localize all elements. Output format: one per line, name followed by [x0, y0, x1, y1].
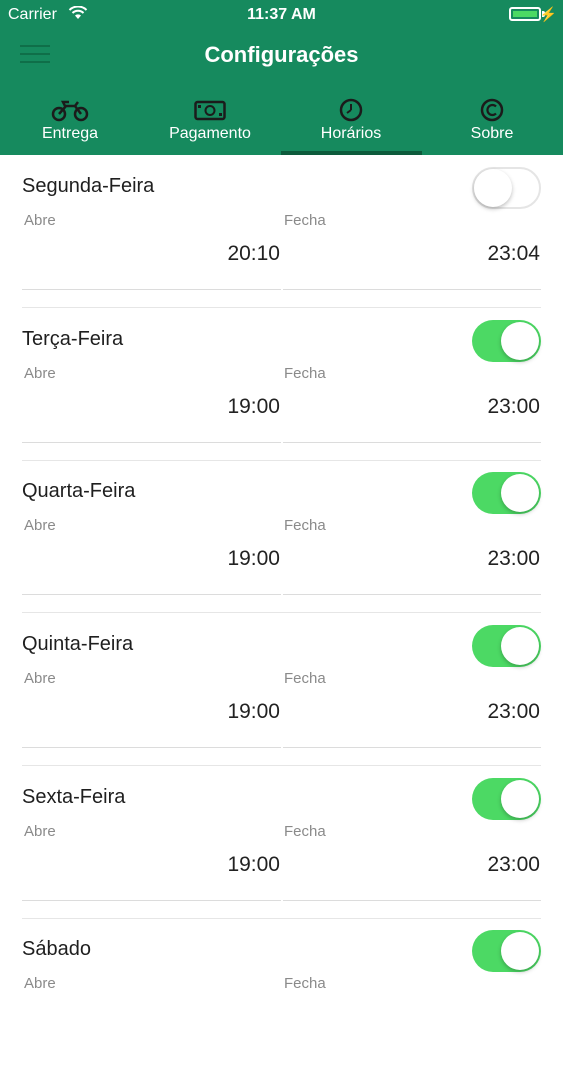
divider — [22, 747, 281, 748]
close-label: Fecha — [284, 517, 326, 534]
schedule-row-quarta: Quarta-Feira Abre Fecha 19:00 23:00 — [0, 460, 563, 613]
schedule-row-quinta: Quinta-Feira Abre Fecha 19:00 23:00 — [0, 613, 563, 766]
tab-horarios[interactable]: Horários — [281, 96, 421, 155]
schedule-row-terca: Terça-Feira Abre Fecha 19:00 23:00 — [0, 308, 563, 461]
day-enabled-toggle[interactable] — [472, 930, 541, 972]
divider — [283, 442, 541, 443]
schedule-row-sexta: Sexta-Feira Abre Fecha 19:00 23:00 — [0, 766, 563, 919]
close-label: Fecha — [284, 823, 326, 840]
charging-bolt-icon: ⚡ — [539, 6, 557, 22]
day-enabled-toggle[interactable] — [472, 320, 541, 362]
divider — [283, 594, 541, 595]
open-time-field[interactable]: 19:00 — [0, 547, 280, 571]
day-enabled-toggle[interactable] — [472, 625, 541, 667]
divider — [283, 900, 541, 901]
close-time-field[interactable]: 23:00 — [284, 547, 540, 571]
tab-label: Sobre — [470, 125, 514, 142]
day-name: Sábado — [22, 938, 91, 960]
close-time-field[interactable]: 23:04 — [284, 242, 540, 266]
day-enabled-toggle[interactable] — [472, 167, 541, 209]
divider — [22, 442, 281, 443]
divider — [283, 747, 541, 748]
close-label: Fecha — [284, 670, 326, 687]
status-time: 11:37 AM — [247, 6, 316, 23]
status-bar: Carrier 11:37 AM ⚡ — [0, 0, 563, 30]
schedule-row-segunda: Segunda-Feira Abre Fecha 20:10 23:04 — [0, 155, 563, 308]
open-time-field[interactable]: 19:00 — [0, 395, 280, 419]
page-title: Configurações — [204, 42, 359, 67]
schedule-row-sabado: Sábado Abre Fecha — [0, 918, 563, 1071]
day-name: Quarta-Feira — [22, 480, 136, 502]
close-label: Fecha — [284, 975, 326, 992]
close-time-field[interactable]: 23:00 — [284, 700, 540, 724]
battery-icon — [509, 7, 541, 21]
tab-label: Entrega — [41, 125, 99, 142]
open-time-field[interactable]: 19:00 — [0, 853, 280, 877]
day-name: Quinta-Feira — [22, 633, 134, 655]
open-label: Abre — [24, 823, 56, 840]
open-label: Abre — [24, 365, 56, 382]
divider — [22, 900, 281, 901]
day-enabled-toggle[interactable] — [472, 778, 541, 820]
tab-label: Horários — [320, 125, 382, 142]
day-name: Terça-Feira — [22, 328, 124, 350]
copyright-icon — [422, 98, 562, 124]
motorcycle-icon — [0, 98, 140, 124]
open-label: Abre — [24, 517, 56, 534]
day-name: Sexta-Feira — [22, 786, 126, 808]
open-time-field[interactable]: 19:00 — [0, 700, 280, 724]
close-time-field[interactable]: 23:00 — [284, 853, 540, 877]
tab-bar: Entrega Pagamento Horários Sobre — [0, 96, 563, 155]
day-enabled-toggle[interactable] — [472, 472, 541, 514]
open-label: Abre — [24, 975, 56, 992]
close-label: Fecha — [284, 212, 326, 229]
open-label: Abre — [24, 670, 56, 687]
day-name: Segunda-Feira — [22, 175, 155, 197]
close-label: Fecha — [284, 365, 326, 382]
tab-label: Pagamento — [169, 125, 251, 142]
tab-pagamento[interactable]: Pagamento — [140, 96, 280, 155]
tab-entrega[interactable]: Entrega — [0, 96, 140, 155]
divider — [22, 594, 281, 595]
app-header: Carrier 11:37 AM ⚡ Configurações Entrega — [0, 0, 563, 155]
open-time-field[interactable]: 20:10 — [0, 242, 280, 266]
banknote-icon — [140, 98, 280, 124]
divider — [22, 289, 281, 290]
open-label: Abre — [24, 212, 56, 229]
tab-sobre[interactable]: Sobre — [422, 96, 562, 155]
clock-icon — [281, 98, 421, 124]
divider — [283, 289, 541, 290]
close-time-field[interactable]: 23:00 — [284, 395, 540, 419]
